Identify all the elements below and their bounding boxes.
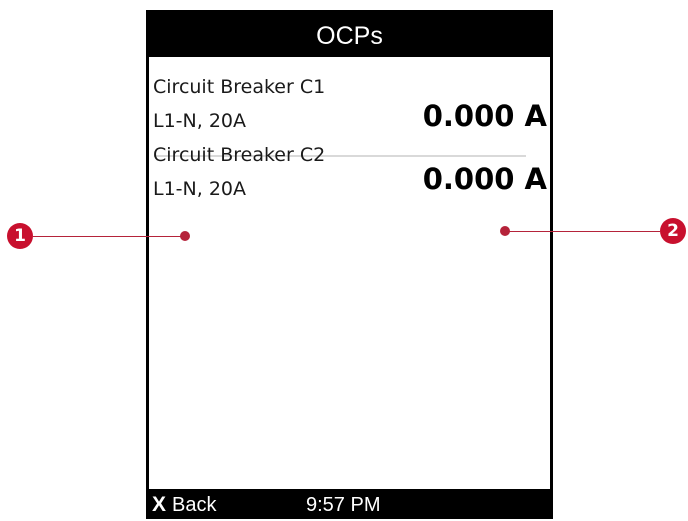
ocp-name: Circuit Breaker C1 (153, 76, 326, 98)
page-title: OCPs (316, 22, 383, 50)
ocp-list: Circuit Breaker C1 L1-N, 20A 0.000 A Cir… (149, 57, 550, 489)
back-label: Back (172, 494, 217, 516)
list-item-circuit-breaker-c2[interactable]: Circuit Breaker C2 L1-N, 20A 0.000 A (149, 144, 550, 212)
ocp-current-reading: 0.000 A (422, 162, 547, 196)
close-x-icon: X (152, 493, 167, 516)
device-display: OCPs Circuit Breaker C1 L1-N, 20A 0.000 … (146, 10, 553, 519)
list-item-circuit-breaker-c1[interactable]: Circuit Breaker C1 L1-N, 20A 0.000 A (149, 76, 550, 157)
callout-line-1 (33, 236, 184, 237)
callout-badge-2: 2 (660, 218, 686, 244)
ocp-current-reading: 0.000 A (422, 99, 547, 133)
ocp-name: Circuit Breaker C2 (153, 144, 326, 166)
callout-dot-1 (180, 231, 190, 241)
figure: OCPs Circuit Breaker C1 L1-N, 20A 0.000 … (0, 0, 688, 521)
clock: 9:57 PM (306, 494, 381, 516)
ocp-spec: L1-N, 20A (153, 178, 246, 200)
title-bar: OCPs (146, 10, 553, 57)
callout-line-2 (505, 231, 660, 232)
back-button[interactable]: X Back (152, 492, 216, 518)
callout-badge-1: 1 (7, 223, 33, 249)
ocp-spec: L1-N, 20A (153, 110, 246, 132)
soft-key-bar: X Back 9:57 PM (146, 489, 553, 519)
